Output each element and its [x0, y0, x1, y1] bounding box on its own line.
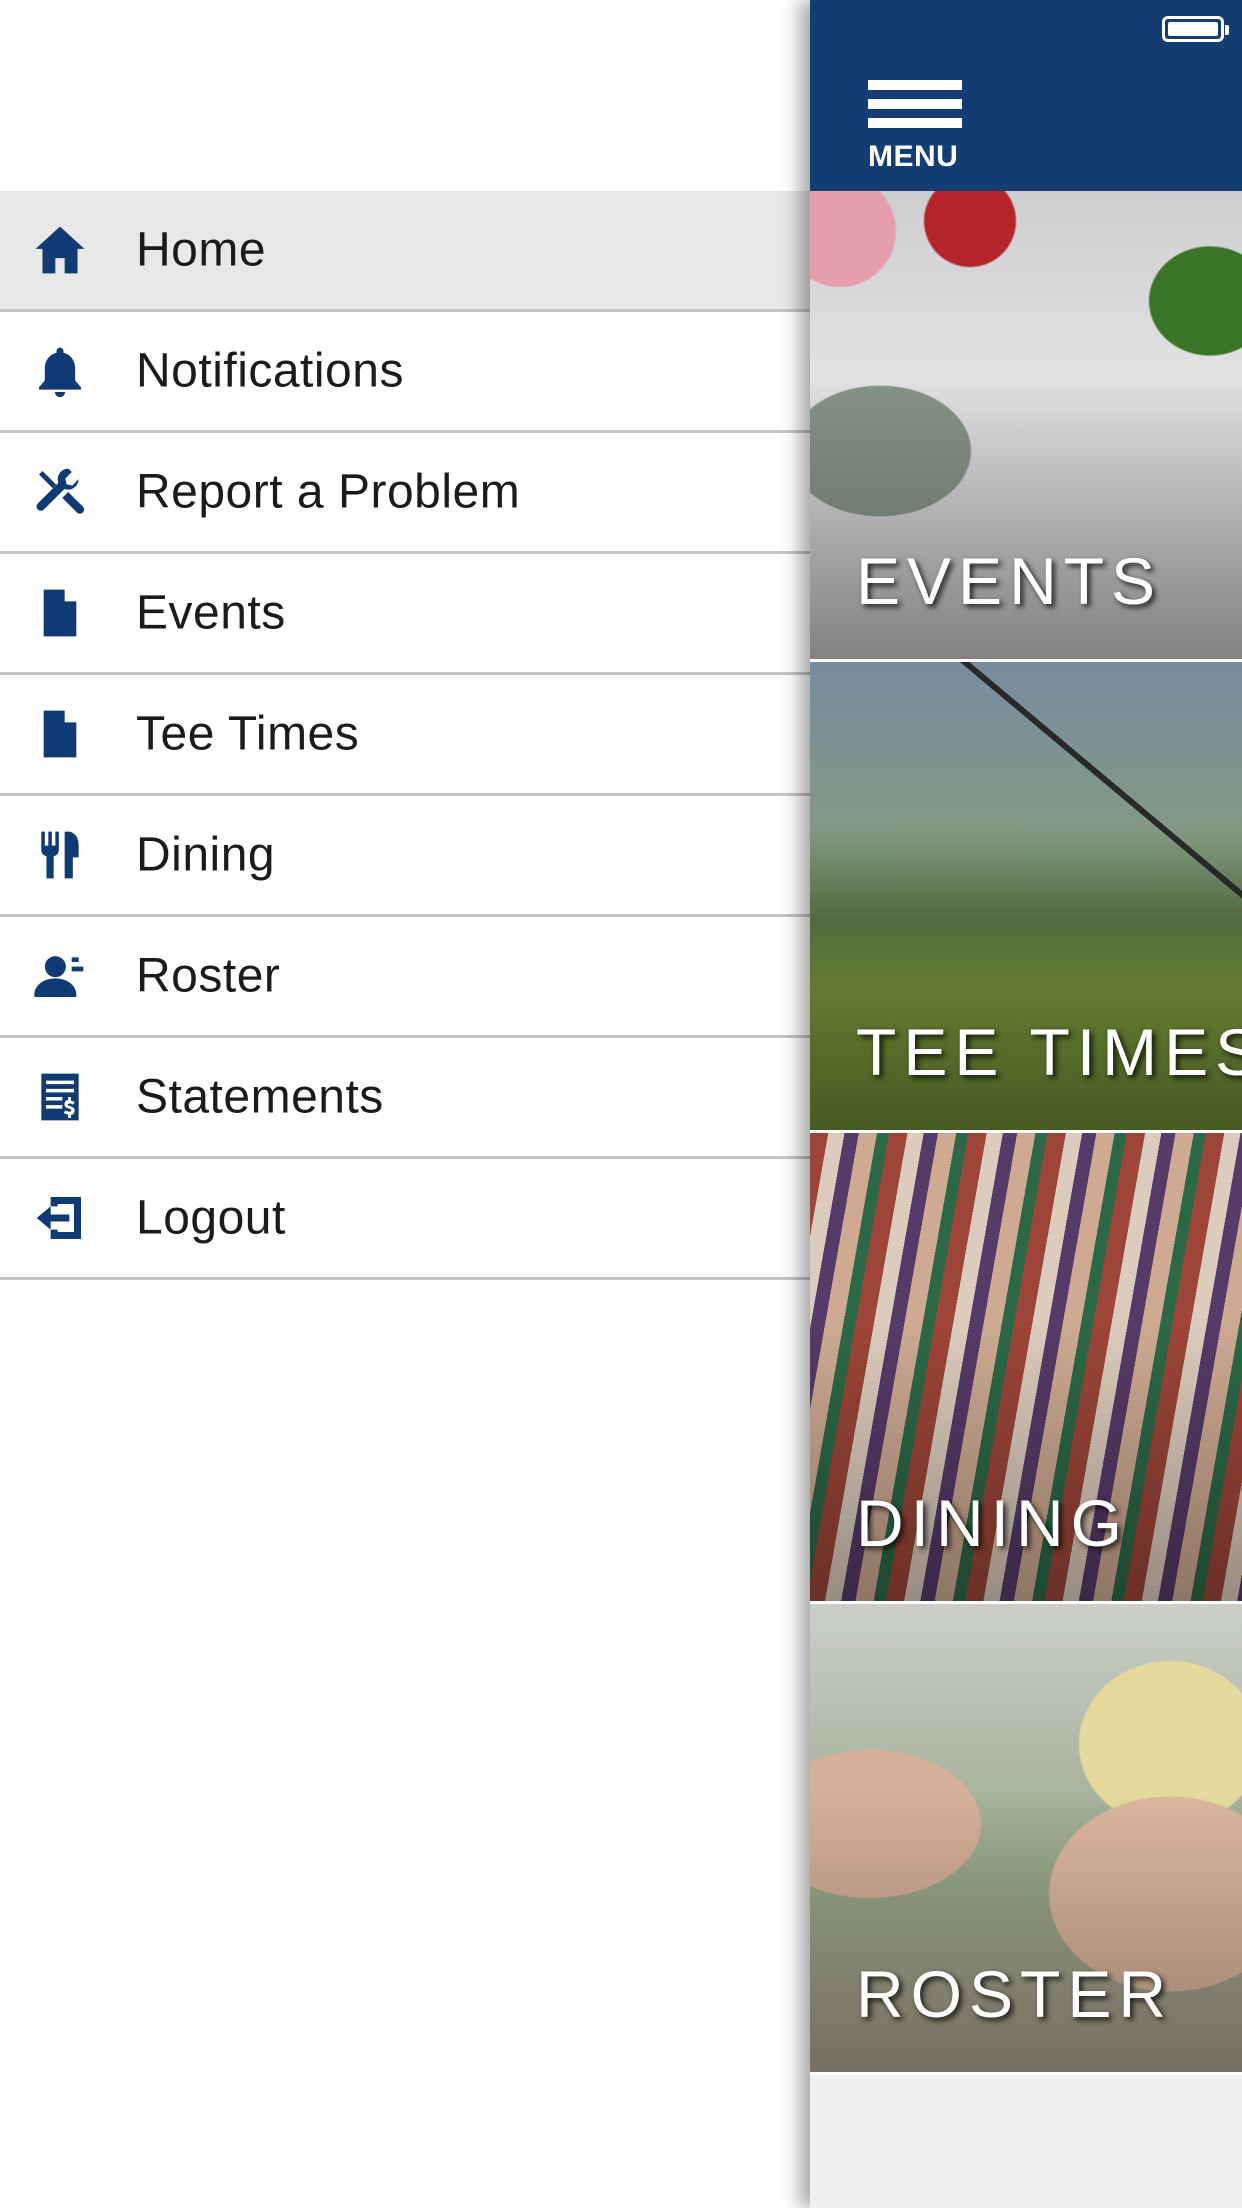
tile-label: DINING — [856, 1486, 1129, 1560]
menu-item-home[interactable]: Home — [0, 191, 810, 312]
menu-button-label: MENU — [868, 140, 959, 173]
tools-icon — [30, 462, 90, 522]
menu-item-roster[interactable]: Roster — [0, 917, 810, 1038]
menu-item-logout[interactable]: Logout — [0, 1159, 810, 1280]
menu-item-report-problem[interactable]: Report a Problem — [0, 433, 810, 554]
tile-label: EVENTS — [856, 544, 1163, 618]
menu-item-tee-times[interactable]: Tee Times — [0, 675, 810, 796]
menu-item-label: Dining — [136, 828, 276, 882]
tile-events[interactable]: EVENTS — [810, 191, 1242, 662]
navigation-drawer: Home Notifications Report a Problem Even… — [0, 0, 810, 2208]
battery-icon — [1162, 16, 1229, 42]
menu-button[interactable]: MENU — [868, 80, 962, 176]
menu-item-label: Notifications — [136, 344, 404, 398]
utensils-icon — [30, 825, 90, 885]
tile-label: TEE TIMES — [856, 1015, 1242, 1089]
menu-item-label: Home — [136, 223, 267, 277]
tile-next-partial[interactable] — [810, 2075, 1242, 2208]
main-panel: MENU EVENTS TEE TIMES DINING ROSTER — [810, 0, 1242, 2208]
tile-tee-times[interactable]: TEE TIMES — [810, 662, 1242, 1133]
hamburger-icon — [868, 80, 962, 90]
tile-dining[interactable]: DINING — [810, 1133, 1242, 1604]
statement-icon — [30, 1067, 90, 1127]
menu-item-label: Logout — [136, 1191, 286, 1245]
tile-label: ROSTER — [856, 1957, 1174, 2031]
menu-item-dining[interactable]: Dining — [0, 796, 810, 917]
menu-item-notifications[interactable]: Notifications — [0, 312, 810, 433]
person-icon — [30, 946, 90, 1006]
tile-roster[interactable]: ROSTER — [810, 1604, 1242, 2075]
top-bar: MENU — [810, 0, 1242, 191]
menu-item-label: Tee Times — [136, 707, 360, 761]
menu-item-label: Events — [136, 586, 286, 640]
document-icon — [30, 704, 90, 764]
menu-item-events[interactable]: Events — [0, 554, 810, 675]
home-icon — [30, 220, 90, 280]
menu-item-label: Statements — [136, 1070, 384, 1124]
bell-icon — [30, 341, 90, 401]
menu-item-statements[interactable]: Statements — [0, 1038, 810, 1159]
menu-item-label: Report a Problem — [136, 465, 521, 519]
menu-item-label: Roster — [136, 949, 281, 1003]
menu-list: Home Notifications Report a Problem Even… — [0, 191, 810, 1280]
document-icon — [30, 583, 90, 643]
logout-icon — [30, 1188, 90, 1248]
